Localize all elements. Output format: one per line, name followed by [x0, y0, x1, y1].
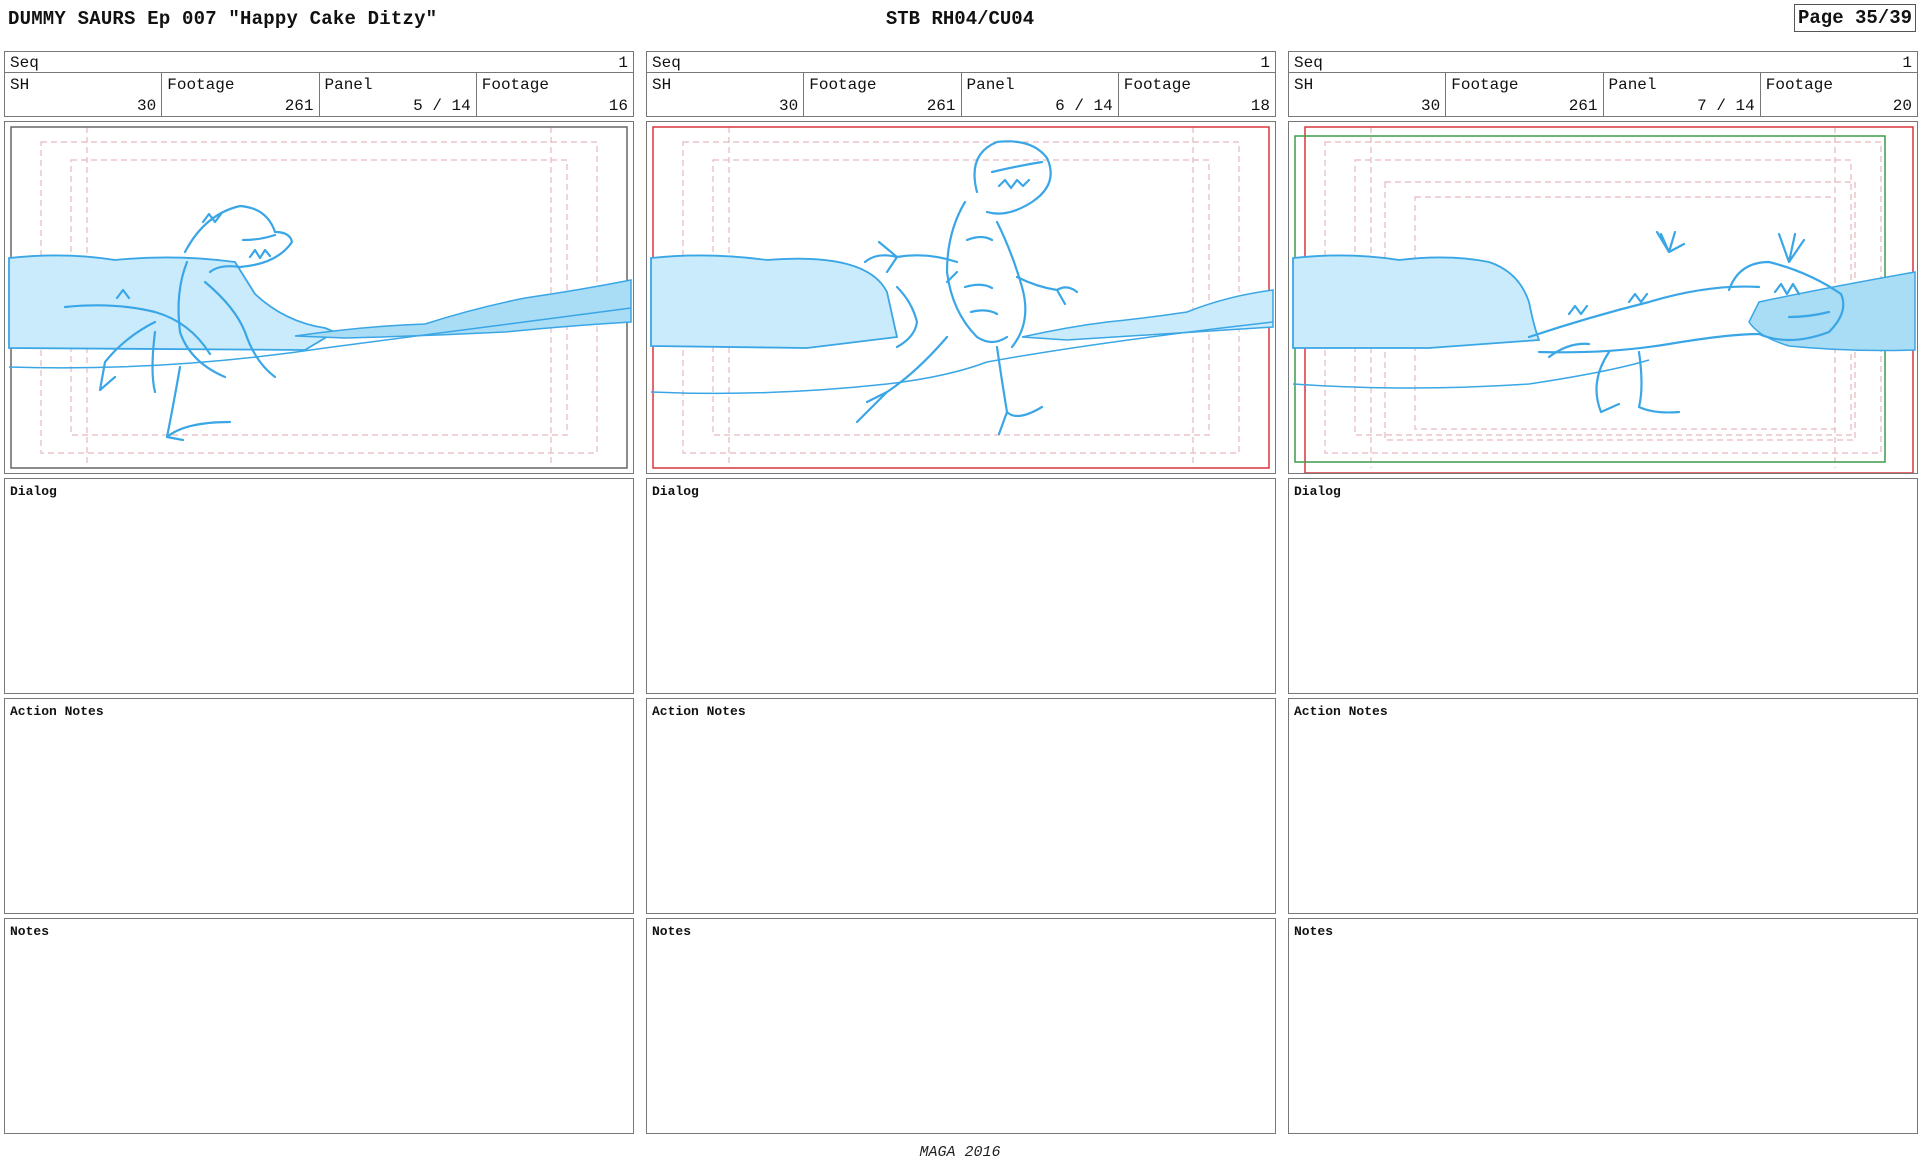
panel-value: 6 / 14: [1055, 97, 1113, 115]
footage-value: 261: [284, 97, 314, 115]
action-notes-label: Action Notes: [10, 704, 104, 719]
notes-label: Notes: [652, 924, 692, 939]
seq-row: Seq 1: [4, 51, 634, 73]
dialog-label: Dialog: [1294, 484, 1341, 499]
action-notes-box[interactable]: Action Notes: [1288, 698, 1918, 914]
panel-label: Panel: [1608, 76, 1657, 94]
storyboard-column-1: Seq 1 SH 30 Footage 261 Panel 5 / 14 Footag…: [4, 51, 634, 1134]
panel-footage-cell: Footage 18: [1117, 73, 1275, 116]
panel-cell: Panel 6 / 14: [960, 73, 1118, 116]
dialog-box[interactable]: Dialog: [646, 478, 1276, 694]
panel-value: 7 / 14: [1697, 97, 1755, 115]
footage-label: Footage: [1451, 76, 1519, 94]
notes-box[interactable]: Notes: [1288, 918, 1918, 1134]
action-notes-box[interactable]: Action Notes: [4, 698, 634, 914]
sh-cell: SH 30: [647, 73, 803, 116]
panel-footage-label: Footage: [1123, 76, 1191, 94]
sh-cell: SH 30: [5, 73, 161, 116]
sh-cell: SH 30: [1289, 73, 1445, 116]
dialog-label: Dialog: [10, 484, 57, 499]
panel-footage-value: 18: [1250, 97, 1270, 115]
storyboard-frame[interactable]: [646, 121, 1276, 474]
seq-label: Seq: [652, 54, 681, 72]
notes-box[interactable]: Notes: [4, 918, 634, 1134]
panel-footage-label: Footage: [1765, 76, 1833, 94]
seq-row: Seq 1: [646, 51, 1276, 73]
sh-label: SH: [652, 76, 672, 94]
panel-sketch-image: [8, 126, 632, 469]
panel-label: Panel: [324, 76, 373, 94]
footage-value: 261: [926, 97, 956, 115]
footage-label: Footage: [167, 76, 235, 94]
sh-value: 30: [1421, 97, 1441, 115]
dialog-box[interactable]: Dialog: [1288, 478, 1918, 694]
action-notes-label: Action Notes: [1294, 704, 1388, 719]
storyboard-frame[interactable]: [1288, 121, 1918, 474]
footage-cell: Footage 261: [161, 73, 318, 116]
panel-footage-value: 16: [608, 97, 628, 115]
seq-value: 1: [618, 54, 628, 72]
sh-label: SH: [1294, 76, 1314, 94]
seq-label: Seq: [10, 54, 39, 72]
panel-cell: Panel 5 / 14: [318, 73, 476, 116]
panel-sketch-image: [1292, 126, 1916, 473]
action-notes-label: Action Notes: [652, 704, 746, 719]
dialog-box[interactable]: Dialog: [4, 478, 634, 694]
shot-info-row: SH 30 Footage 261 Panel 7 / 14 Footage 20: [1288, 73, 1918, 117]
seq-label: Seq: [1294, 54, 1323, 72]
storyboard-frame[interactable]: [4, 121, 634, 474]
notes-box[interactable]: Notes: [646, 918, 1276, 1134]
shot-info-row: SH 30 Footage 261 Panel 5 / 14 Footage 16: [4, 73, 634, 117]
notes-label: Notes: [10, 924, 50, 939]
sh-value: 30: [137, 97, 157, 115]
panel-cell: Panel 7 / 14: [1602, 73, 1760, 116]
dialog-label: Dialog: [652, 484, 699, 499]
sh-label: SH: [10, 76, 30, 94]
footage-label: Footage: [809, 76, 877, 94]
sh-value: 30: [779, 97, 799, 115]
action-notes-box[interactable]: Action Notes: [646, 698, 1276, 914]
panel-label: Panel: [966, 76, 1015, 94]
footage-value: 261: [1568, 97, 1598, 115]
panel-footage-label: Footage: [481, 76, 549, 94]
page-indicator: Page 35/39: [1794, 4, 1916, 32]
storyboard-code: STB RH04/CU04: [885, 8, 1035, 30]
seq-value: 1: [1260, 54, 1270, 72]
panel-footage-cell: Footage 16: [475, 73, 633, 116]
notes-label: Notes: [1294, 924, 1334, 939]
panel-footage-cell: Footage 20: [1759, 73, 1917, 116]
storyboard-column-2: Seq 1 SH 30 Footage 261 Panel 6 / 14 Footag…: [646, 51, 1276, 1134]
panel-footage-value: 20: [1892, 97, 1912, 115]
seq-row: Seq 1: [1288, 51, 1918, 73]
storyboard-column-3: Seq 1 SH 30 Footage 261 Panel 7 / 14 Footag…: [1288, 51, 1918, 1134]
shot-info-row: SH 30 Footage 261 Panel 6 / 14 Footage 18: [646, 73, 1276, 117]
panel-sketch-image: [650, 126, 1274, 469]
seq-value: 1: [1902, 54, 1912, 72]
panel-value: 5 / 14: [413, 97, 471, 115]
footage-cell: Footage 261: [1445, 73, 1602, 116]
footage-cell: Footage 261: [803, 73, 960, 116]
page-footer: MAGA 2016: [919, 1144, 1001, 1161]
